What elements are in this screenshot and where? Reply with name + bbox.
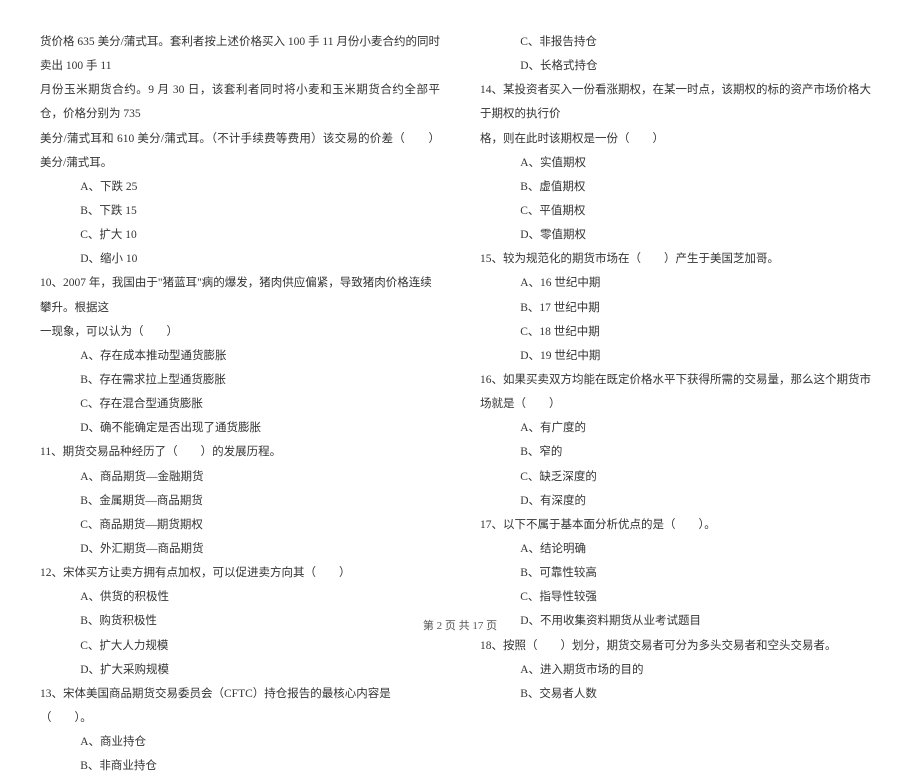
q9-opt-d: D、缩小 10	[40, 247, 440, 271]
q15-opt-b: B、17 世纪中期	[480, 296, 880, 320]
q17-opt-c: C、指导性较强	[480, 585, 880, 609]
q9-opt-a: A、下跌 25	[40, 175, 440, 199]
q16-opt-a: A、有广度的	[480, 416, 880, 440]
q10-text: 10、2007 年，我国由于"猪蓝耳"病的爆发，猪肉供应偏紧，导致猪肉价格连续攀…	[40, 271, 440, 319]
q9-intro-line3: 美分/蒲式耳和 610 美分/蒲式耳。（不计手续费等费用）该交易的价差（ ）美分…	[40, 127, 440, 175]
q16-opt-c: C、缺乏深度的	[480, 465, 880, 489]
q17-opt-a: A、结论明确	[480, 537, 880, 561]
q17-opt-b: B、可靠性较高	[480, 561, 880, 585]
q14-opt-a: A、实值期权	[480, 151, 880, 175]
q14-opt-b: B、虚值期权	[480, 175, 880, 199]
q15-opt-a: A、16 世纪中期	[480, 271, 880, 295]
q14-text: 14、某投资者买入一份看涨期权，在某一时点，该期权的标的资产市场价格大于期权的执…	[480, 78, 880, 126]
q13-text: 13、宋体美国商品期货交易委员会（CFTC）持仓报告的最核心内容是（ ）。	[40, 682, 440, 730]
q10-opt-b: B、存在需求拉上型通货膨胀	[40, 368, 440, 392]
right-column: C、非报告持仓 D、长格式持仓 14、某投资者买入一份看涨期权，在某一时点，该期…	[480, 30, 880, 778]
q16-opt-b: B、窄的	[480, 440, 880, 464]
q13-opt-a: A、商业持仓	[40, 730, 440, 754]
q16-text: 16、如果买卖双方均能在既定价格水平下获得所需的交易量，那么这个期货市场就是（ …	[480, 368, 880, 416]
q12-text: 12、宋体买方让卖方拥有点加权，可以促进卖方向其（ ）	[40, 561, 440, 585]
q10-text-b: 一现象，可以认为（ ）	[40, 320, 440, 344]
q14-opt-d: D、零值期权	[480, 223, 880, 247]
q13-opt-d: D、长格式持仓	[480, 54, 880, 78]
q12-opt-d: D、扩大采购规模	[40, 658, 440, 682]
q15-text: 15、较为规范化的期货市场在（ ）产生于美国芝加哥。	[480, 247, 880, 271]
q14-text-b: 格，则在此时该期权是一份（ ）	[480, 127, 880, 151]
q11-text: 11、期货交易品种经历了（ ）的发展历程。	[40, 440, 440, 464]
q9-opt-c: C、扩大 10	[40, 223, 440, 247]
q10-opt-c: C、存在混合型通货膨胀	[40, 392, 440, 416]
q16-opt-d: D、有深度的	[480, 489, 880, 513]
q11-opt-d: D、外汇期货—商品期货	[40, 537, 440, 561]
q18-opt-b: B、交易者人数	[480, 682, 880, 706]
q12-opt-a: A、供货的积极性	[40, 585, 440, 609]
q11-opt-a: A、商品期货—金融期货	[40, 465, 440, 489]
q17-text: 17、以下不属于基本面分析优点的是（ ）。	[480, 513, 880, 537]
q13-opt-b: B、非商业持仓	[40, 754, 440, 778]
q9-intro-line1: 货价格 635 美分/蒲式耳。套利者按上述价格买入 100 手 11 月份小麦合…	[40, 30, 440, 78]
page-footer: 第 2 页 共 17 页	[0, 615, 920, 638]
q13-opt-c: C、非报告持仓	[480, 30, 880, 54]
q10-opt-d: D、确不能确定是否出现了通货膨胀	[40, 416, 440, 440]
q10-opt-a: A、存在成本推动型通货膨胀	[40, 344, 440, 368]
q11-opt-b: B、金属期货—商品期货	[40, 489, 440, 513]
q9-intro-line2: 月份玉米期货合约。9 月 30 日，该套利者同时将小麦和玉米期货合约全部平仓，价…	[40, 78, 440, 126]
q15-opt-d: D、19 世纪中期	[480, 344, 880, 368]
q18-opt-a: A、进入期货市场的目的	[480, 658, 880, 682]
left-column: 货价格 635 美分/蒲式耳。套利者按上述价格买入 100 手 11 月份小麦合…	[40, 30, 440, 778]
q11-opt-c: C、商品期货—期货期权	[40, 513, 440, 537]
q9-opt-b: B、下跌 15	[40, 199, 440, 223]
q14-opt-c: C、平值期权	[480, 199, 880, 223]
q15-opt-c: C、18 世纪中期	[480, 320, 880, 344]
